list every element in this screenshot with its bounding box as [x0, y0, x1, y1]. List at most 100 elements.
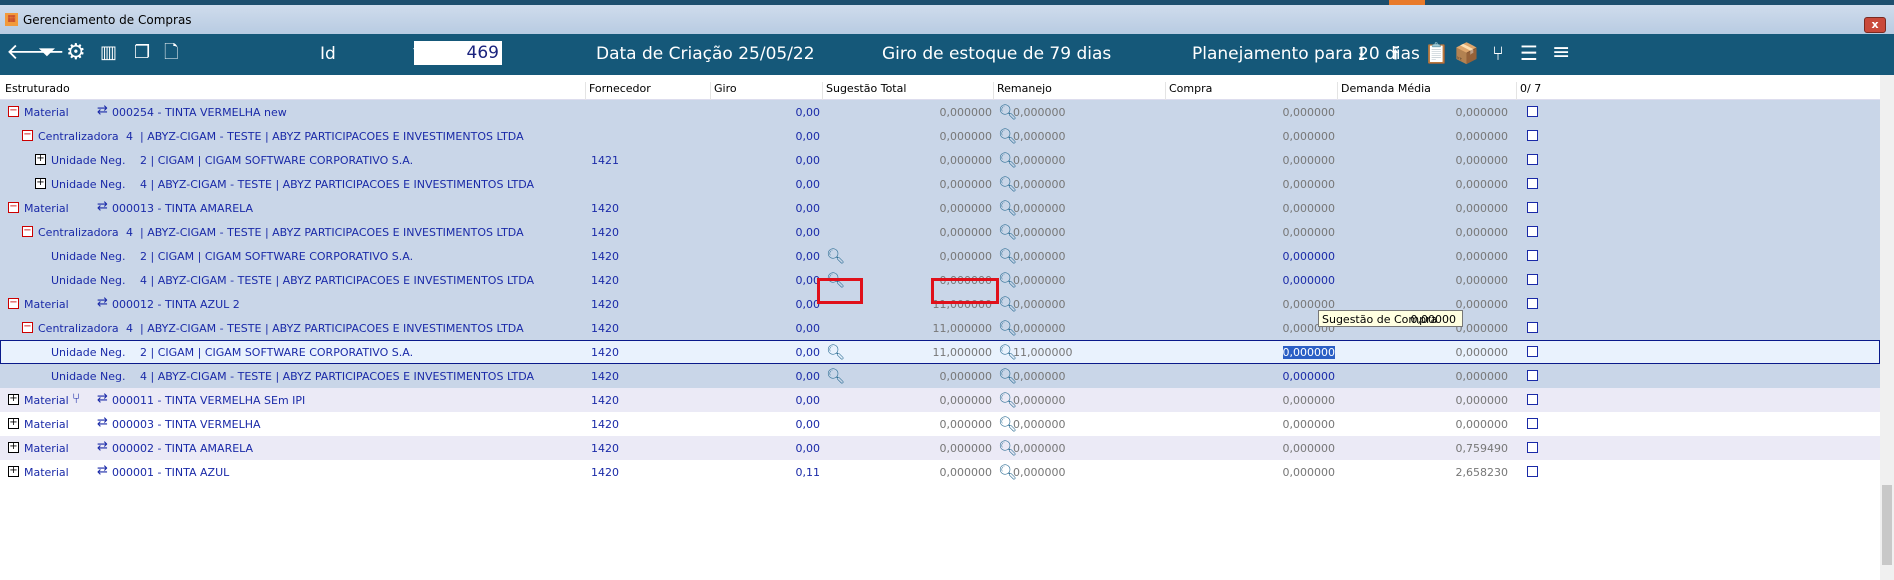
- row-checkbox[interactable]: [1527, 370, 1538, 381]
- giro: 0,00: [795, 226, 821, 239]
- table-row[interactable]: − Material ⇄ 000254 - TINTA VERMELHA new 0,0…: [0, 100, 1880, 124]
- remanejo: 0,000000: [1013, 250, 1066, 263]
- row-checkbox[interactable]: [1527, 394, 1538, 405]
- row-checkbox[interactable]: [1527, 154, 1538, 165]
- box-icon[interactable]: 📦: [1454, 39, 1479, 67]
- expand-icon[interactable]: +: [35, 154, 46, 165]
- row-checkbox[interactable]: [1527, 250, 1538, 261]
- column-header[interactable]: Estruturado: [2, 82, 70, 100]
- window-title: Gerenciamento de Compras: [23, 13, 192, 27]
- row-checkbox[interactable]: [1527, 346, 1538, 357]
- compra-value[interactable]: 0,000000: [1283, 130, 1336, 143]
- bar-chart-icon[interactable]: ▥: [100, 39, 117, 67]
- item-code: 2 | CIGAM | CIGAM SOFTWARE CORPORATIVO S…: [140, 346, 414, 359]
- compra-value[interactable]: 0,000000: [1283, 370, 1336, 383]
- table-row[interactable]: − Centralizadora 4 | ABYZ-CIGAM - TESTE | A…: [0, 316, 1880, 340]
- expand-icon[interactable]: +: [8, 442, 19, 453]
- table-row[interactable]: Unidade Neg. 2 | CIGAM | CIGAM SOFTWARE C…: [0, 340, 1880, 364]
- table-row[interactable]: + Material ⇄ 000003 - TINTA VERMELHA 1420 0,0…: [0, 412, 1880, 436]
- table-row[interactable]: + Material ⇄ 000001 - TINTA AZUL 1420 0,11 0,0…: [0, 460, 1880, 484]
- row-checkbox[interactable]: [1527, 466, 1538, 477]
- filter-icon[interactable]: ⏷: [38, 39, 56, 67]
- collapse-icon[interactable]: −: [22, 130, 33, 141]
- expand-icon[interactable]: +: [35, 178, 46, 189]
- upload-icon[interactable]: ⭱: [1392, 39, 1399, 67]
- row-checkbox[interactable]: [1527, 274, 1538, 285]
- item-code: 000013 - TINTA AMARELA: [112, 202, 254, 215]
- gear-icon[interactable]: ⚙: [66, 39, 86, 67]
- search-icon[interactable]: 🔍︎: [826, 367, 845, 385]
- remanejo: 0,000000: [1013, 130, 1066, 143]
- row-checkbox[interactable]: [1527, 226, 1538, 237]
- table-row[interactable]: − Centralizadora 4 | ABYZ-CIGAM - TESTE | A…: [0, 124, 1880, 148]
- column-header[interactable]: Remanejo: [993, 82, 1052, 100]
- compra-value[interactable]: 0,000000: [1282, 346, 1335, 359]
- table-row[interactable]: − Material ⇄ 000013 - TINTA AMARELA 1420 0,00…: [0, 196, 1880, 220]
- checklist-icon[interactable]: ☰: [1520, 39, 1538, 67]
- giro: 0,00: [795, 442, 821, 455]
- clipboard-icon[interactable]: 📋: [1424, 39, 1449, 67]
- vertical-scrollbar[interactable]: [1880, 75, 1894, 580]
- column-header[interactable]: 0/ 7: [1516, 82, 1541, 100]
- row-type: Material: [24, 394, 69, 407]
- column-header[interactable]: Fornecedor: [585, 82, 651, 100]
- compra-value[interactable]: 0,000000: [1283, 466, 1336, 479]
- item-code: 000254 - TINTA VERMELHA new: [112, 106, 287, 119]
- highlight-box-giro: [817, 278, 863, 304]
- row-checkbox[interactable]: [1527, 442, 1538, 453]
- copy-icon[interactable]: ❐: [134, 39, 150, 67]
- demanda-media: 0,000000: [1455, 394, 1509, 407]
- compra-value[interactable]: 0,000000: [1283, 106, 1336, 119]
- row-checkbox[interactable]: [1527, 322, 1538, 333]
- table-row[interactable]: + Unidade Neg. 4 | ABYZ-CIGAM - TESTE | AB…: [0, 172, 1880, 196]
- scrollbar-thumb[interactable]: [1882, 485, 1892, 565]
- row-type: Material: [24, 418, 69, 431]
- download-icon[interactable]: ⭳: [1358, 39, 1365, 67]
- table-row[interactable]: + Unidade Neg. 2 | CIGAM | CIGAM SOFTWARE …: [0, 148, 1880, 172]
- table-row[interactable]: Unidade Neg. 4 | ABYZ-CIGAM - TESTE | ABY…: [0, 364, 1880, 388]
- compra-value[interactable]: 0,000000: [1283, 250, 1336, 263]
- column-header[interactable]: Sugestão Total: [822, 82, 906, 100]
- compra-value[interactable]: 0,000000: [1283, 274, 1336, 287]
- row-checkbox[interactable]: [1527, 418, 1538, 429]
- table-row[interactable]: + Material ⑂ ⇄ 000011 - TINTA VERMELHA SEm I…: [0, 388, 1880, 412]
- menu-icon[interactable]: ≡: [1552, 39, 1570, 67]
- expand-icon[interactable]: +: [8, 394, 19, 405]
- new-document-icon[interactable]: 🗋: [164, 39, 178, 67]
- arrow-left-icon[interactable]: 🡐: [6, 39, 65, 67]
- expand-icon[interactable]: +: [8, 466, 19, 477]
- table-row[interactable]: Unidade Neg. 2 | CIGAM | CIGAM SOFTWARE C…: [0, 244, 1880, 268]
- row-checkbox[interactable]: [1527, 130, 1538, 141]
- row-checkbox[interactable]: [1527, 202, 1538, 213]
- collapse-icon[interactable]: −: [22, 226, 33, 237]
- row-checkbox[interactable]: [1527, 106, 1538, 117]
- row-checkbox[interactable]: [1527, 178, 1538, 189]
- giro: 0,00: [795, 394, 821, 407]
- merge-icon[interactable]: ⑂: [1492, 39, 1504, 67]
- search-icon[interactable]: 🔍︎: [826, 343, 845, 361]
- row-checkbox[interactable]: [1527, 298, 1538, 309]
- stock-turnover: Giro de estoque de 79 dias: [882, 44, 1112, 64]
- compra-value[interactable]: 0,000000: [1283, 394, 1336, 407]
- column-header[interactable]: Demanda Média: [1337, 82, 1431, 100]
- compra-value[interactable]: 0,000000: [1283, 442, 1336, 455]
- compra-value[interactable]: 0,000000: [1283, 154, 1336, 167]
- sugestao-total: 0,000000: [939, 130, 993, 143]
- collapse-icon[interactable]: −: [8, 298, 19, 309]
- column-header[interactable]: Giro: [710, 82, 737, 100]
- compra-value[interactable]: 0,000000: [1283, 226, 1336, 239]
- collapse-icon[interactable]: −: [8, 106, 19, 117]
- compra-value[interactable]: 0,000000: [1283, 202, 1336, 215]
- close-button[interactable]: x: [1864, 17, 1886, 33]
- remanejo: 0,000000: [1013, 442, 1066, 455]
- collapse-icon[interactable]: −: [22, 322, 33, 333]
- table-row[interactable]: + Material ⇄ 000002 - TINTA AMARELA 1420 0,00…: [0, 436, 1880, 460]
- table-row[interactable]: − Centralizadora 4 | ABYZ-CIGAM - TESTE | A…: [0, 220, 1880, 244]
- collapse-icon[interactable]: −: [8, 202, 19, 213]
- compra-value[interactable]: 0,000000: [1283, 418, 1336, 431]
- compra-value[interactable]: 0,000000: [1283, 178, 1336, 191]
- search-icon[interactable]: 🔍︎: [826, 247, 845, 265]
- expand-icon[interactable]: +: [8, 418, 19, 429]
- column-header[interactable]: Compra: [1165, 82, 1212, 100]
- filter-id-button[interactable]: ⏷: [412, 39, 430, 67]
